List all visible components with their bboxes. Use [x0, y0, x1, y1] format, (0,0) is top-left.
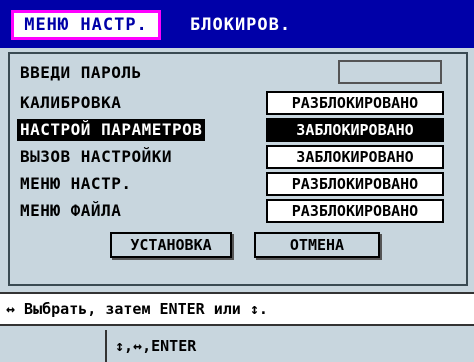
- row-label-setup-menu: МЕНЮ НАСТР.: [20, 174, 132, 193]
- password-label: ВВЕДИ ПАРОЛЬ: [20, 63, 142, 82]
- tab-lock[interactable]: БЛОКИРОВ.: [190, 10, 291, 40]
- password-input[interactable]: [338, 60, 442, 84]
- row-label-calibration: КАЛИБРОВКА: [20, 93, 122, 112]
- row-label-recall-setup: ВЫЗОВ НАСТРОЙКИ: [20, 147, 172, 166]
- value-calibration[interactable]: РАЗБЛОКИРОВАНО: [266, 91, 444, 115]
- row-label-parameter-setup: НАСТРОЙ ПАРАМЕТРОВ: [17, 119, 206, 141]
- value-recall-setup[interactable]: ЗАБЛОКИРОВАНО: [266, 145, 444, 169]
- cancel-button[interactable]: ОТМЕНА: [254, 232, 380, 258]
- status-bar: ↕,↔,ENTER: [0, 330, 474, 362]
- hint-bar: ↔ Выбрать, затем ENTER или ↕.: [0, 292, 474, 326]
- value-file-menu[interactable]: РАЗБЛОКИРОВАНО: [266, 199, 444, 223]
- row-label-file-menu: МЕНЮ ФАЙЛА: [20, 201, 122, 220]
- device-screen: МЕНЮ НАСТР. БЛОКИРОВ. ВВЕДИ ПАРОЛЬ КАЛИБ…: [0, 0, 474, 362]
- key-hint: ↕,↔,ENTER: [105, 330, 474, 362]
- value-parameter-setup[interactable]: ЗАБЛОКИРОВАНО: [266, 118, 444, 142]
- tab-setup-menu[interactable]: МЕНЮ НАСТР.: [11, 10, 161, 40]
- value-setup-menu[interactable]: РАЗБЛОКИРОВАНО: [266, 172, 444, 196]
- menu-tab-bar: МЕНЮ НАСТР. БЛОКИРОВ.: [0, 0, 474, 48]
- lock-settings-panel: ВВЕДИ ПАРОЛЬ КАЛИБРОВКА РАЗБЛОКИРОВАНО Н…: [8, 52, 468, 286]
- setup-button[interactable]: УСТАНОВКА: [110, 232, 232, 258]
